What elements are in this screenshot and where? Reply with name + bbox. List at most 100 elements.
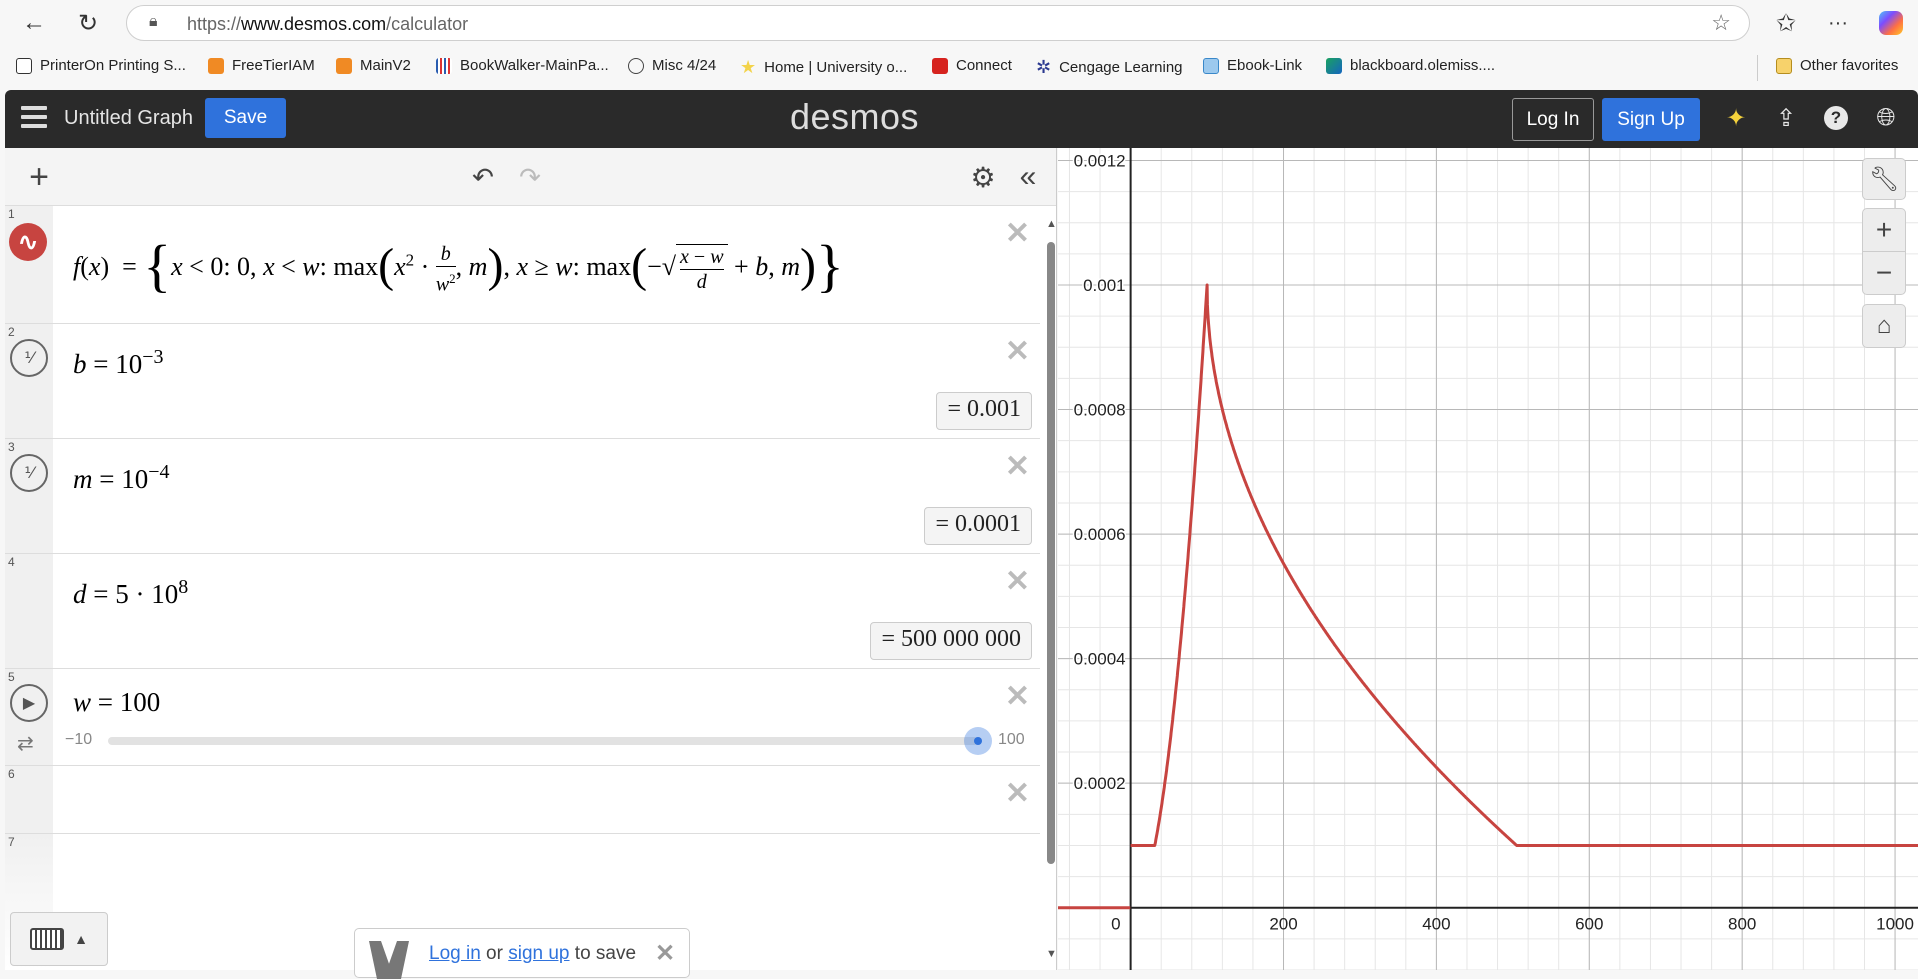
expression-scrollbar[interactable]: ▲ ▼ [1045, 218, 1056, 963]
scroll-down-icon[interactable]: ▼ [1046, 948, 1056, 960]
delete-expression-icon[interactable]: ✕ [1005, 334, 1030, 369]
toast-login-link[interactable]: Log in [429, 943, 481, 964]
evaluation-result: = 0.0001 [924, 507, 1032, 545]
piecewise-function[interactable]: f(x) = {x < 0: 0, x < w: max(x2 · b w2, m… [73, 232, 844, 299]
expression-index: 3 [8, 440, 15, 454]
desmos-mascot-icon [369, 941, 409, 979]
delete-expression-icon[interactable]: ✕ [1005, 216, 1030, 251]
share-icon[interactable]: ⇪ [1770, 102, 1802, 134]
bookmark-item[interactable]: ★ Home | University o... [740, 57, 907, 78]
variable-name: b [73, 349, 87, 379]
bookmark-item[interactable]: MainV2 [336, 57, 411, 74]
login-button[interactable]: Log In [1512, 98, 1594, 141]
bookmark-item[interactable]: BookWalker-MainPa... [436, 57, 609, 74]
undo-icon[interactable]: ↶ [465, 158, 501, 196]
loop-icon[interactable]: ⇄ [17, 731, 34, 756]
scroll-up-icon[interactable]: ▲ [1046, 218, 1056, 230]
bookmarks-divider [1757, 55, 1758, 81]
bookmark-item[interactable]: blackboard.olemiss.... [1326, 57, 1495, 74]
expression-row[interactable]: 6 ✕ [5, 766, 1040, 834]
bookmark-item[interactable]: Connect [932, 57, 1012, 74]
bookmark-label: Ebook-Link [1227, 57, 1303, 74]
delete-expression-icon[interactable]: ✕ [1005, 776, 1030, 811]
slider-thumb[interactable] [964, 727, 992, 755]
fraction-toggle-icon[interactable]: ⅟ [10, 454, 48, 492]
keyboard-toggle-button[interactable]: ▲ [10, 912, 108, 966]
delete-expression-icon[interactable]: ✕ [1005, 679, 1030, 714]
help-icon[interactable]: ? [1820, 102, 1852, 134]
bookmark-label: Misc 4/24 [652, 57, 717, 74]
expression-math[interactable]: b = 10−3 [73, 346, 164, 380]
collapse-panel-icon[interactable]: « [1010, 158, 1046, 196]
delete-expression-icon[interactable]: ✕ [1005, 449, 1030, 484]
toast-close-icon[interactable]: ✕ [655, 939, 675, 968]
scrollbar-thumb[interactable] [1047, 242, 1055, 864]
play-icon[interactable]: ▶ [10, 684, 48, 722]
slider-min[interactable]: −10 [65, 731, 92, 749]
other-favorites[interactable]: Other favorites [1776, 57, 1898, 74]
address-bar[interactable]: 🔒︎ https://www.desmos.com/calculator ☆ [126, 5, 1750, 41]
graph-settings-wrench-icon[interactable]: 🔧︎ [1862, 158, 1906, 200]
save-button[interactable]: Save [205, 98, 286, 138]
url-path: /calculator [386, 14, 469, 34]
exponent: −4 [148, 461, 170, 483]
evaluation-result: = 500 000 000 [870, 622, 1032, 660]
bookmark-item[interactable]: ✲ Cengage Learning [1036, 57, 1183, 78]
globe-icon[interactable]: 🌐︎ [1870, 102, 1902, 134]
home-icon[interactable]: ⌂ [1862, 304, 1906, 348]
slider-track[interactable] [108, 737, 978, 745]
fraction-toggle-icon[interactable]: ⅟ [10, 339, 48, 377]
expression-gutter [5, 554, 53, 668]
bookmark-item[interactable]: FreeTierIAM [208, 57, 315, 74]
more-icon[interactable]: ··· [1820, 5, 1856, 41]
delete-expression-icon[interactable]: ✕ [1005, 564, 1030, 599]
expression-row[interactable]: 5 ▶ ⇄ w = 100 ✕ −10 100 [5, 669, 1040, 766]
desmos-header: Untitled Graph Save desmos Log In Sign U… [5, 90, 1918, 148]
base: 10 [115, 349, 143, 379]
zoom-in-icon[interactable]: + [1862, 208, 1906, 252]
expression-row[interactable]: 4 d = 5 · 108 ✕ = 500 000 000 [5, 554, 1040, 669]
graph-title[interactable]: Untitled Graph [64, 107, 193, 130]
toast-or: or [480, 943, 509, 964]
expression-row[interactable]: 3 ⅟ m = 10−4 ✕ = 0.0001 [5, 439, 1040, 554]
slider-max[interactable]: 100 [998, 731, 1025, 749]
bookmark-item[interactable]: PrinterOn Printing S... [16, 57, 186, 74]
bookmark-item[interactable]: Misc 4/24 [628, 57, 716, 74]
redo-icon[interactable]: ↷ [512, 158, 548, 196]
y-tick-label: 0.0002 [1074, 774, 1126, 793]
expression-math[interactable]: w = 100 [73, 687, 160, 718]
reload-icon[interactable]: ↻ [70, 5, 106, 41]
expression-math[interactable]: m = 10−4 [73, 461, 170, 495]
toast-signup-link[interactable]: sign up [508, 943, 569, 964]
graph-color-icon[interactable]: ∿ [9, 223, 47, 261]
signup-button[interactable]: Sign Up [1602, 98, 1700, 141]
expression-toolbar: + ↶ ↷ ⚙ « [5, 148, 1056, 206]
url-prefix: https:// [187, 14, 242, 34]
zoom-out-icon[interactable]: − [1862, 251, 1906, 295]
sparkle-icon[interactable]: ✦ [1720, 102, 1752, 134]
menu-icon[interactable] [21, 106, 47, 128]
graph-area[interactable]: 0 200 400 600 800 1000 0.0002 0.0004 0.0006 0.000… [1058, 148, 1918, 970]
expression-math[interactable]: d = 5 · 108 [73, 576, 188, 610]
graph-canvas[interactable]: 0 200 400 600 800 1000 0.0002 0.0004 0.0006 0.000… [1058, 148, 1918, 970]
openai-icon [628, 57, 644, 74]
favorite-star-icon[interactable]: ☆ [1711, 10, 1731, 36]
x-tick-label: 200 [1269, 915, 1297, 934]
expression-row[interactable]: 2 ⅟ b = 10−3 ✕ = 0.001 [5, 324, 1040, 439]
mcgraw-icon [932, 57, 948, 74]
add-expression-icon[interactable]: + [19, 158, 59, 196]
copilot-icon[interactable] [1873, 5, 1909, 41]
settings-gear-icon[interactable]: ⚙ [965, 158, 1001, 196]
books-icon [436, 57, 452, 74]
y-tick-label: 0.0004 [1074, 650, 1126, 669]
expression-row[interactable]: 1 ∿ f(x) = {x < 0: 0, x < w: max(x2 · bw… [5, 206, 1040, 324]
bookmark-label: FreeTierIAM [232, 57, 315, 74]
url-text[interactable]: https://www.desmos.com/calculator [187, 14, 468, 35]
favorites-icon[interactable]: ✩ [1768, 5, 1804, 41]
x-tick-label: 0 [1111, 915, 1120, 934]
y-tick-label: 0.001 [1083, 276, 1126, 295]
bookmark-item[interactable]: Ebook-Link [1203, 57, 1302, 74]
toast-rest: to save [569, 943, 637, 964]
lock-icon[interactable]: 🔒︎ [149, 13, 158, 31]
back-icon[interactable]: ← [16, 5, 52, 41]
